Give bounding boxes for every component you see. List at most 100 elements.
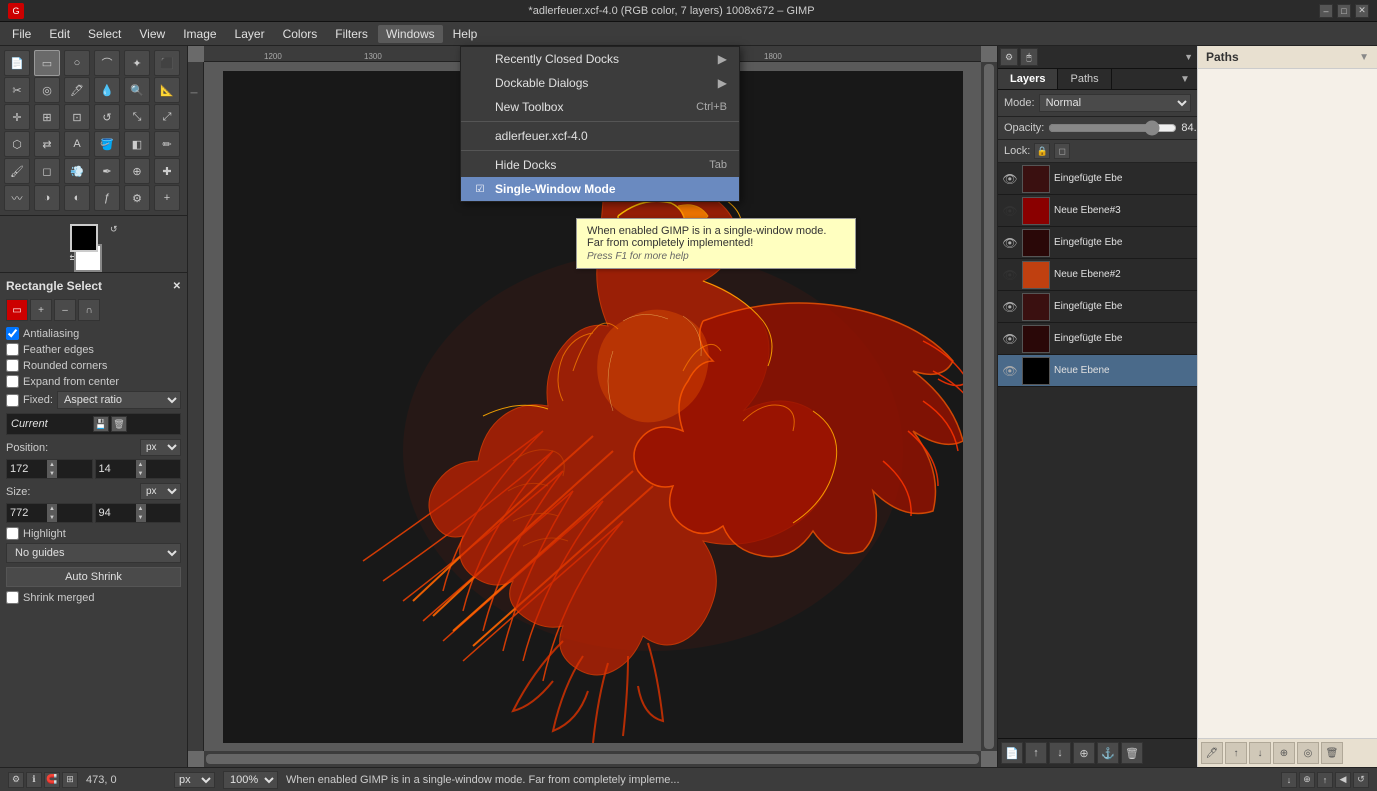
layer-item-6[interactable]: 👁 Neue Ebene [998, 355, 1197, 387]
path-toselection-button[interactable]: ◎ [1297, 742, 1319, 764]
panel-menu-button[interactable]: ▼ [1182, 50, 1195, 64]
menu-windows[interactable]: Windows [378, 25, 443, 43]
close-button[interactable]: ✕ [1355, 4, 1369, 18]
foreground-color[interactable] [70, 224, 98, 252]
layer-item-2[interactable]: 👁 Eingefügte Ebe [998, 227, 1197, 259]
layer-eye-1[interactable]: 👁 [1002, 203, 1018, 219]
menu-image[interactable]: Image [175, 25, 224, 43]
layer-item-3[interactable]: 👁 Neue Ebene#2 [998, 259, 1197, 291]
size-w-down[interactable]: ▼ [47, 513, 57, 522]
tool-config[interactable]: ⚙ [124, 185, 150, 211]
rounded-corners-checkbox[interactable] [6, 359, 19, 372]
current-save-button[interactable]: 💾 [93, 416, 109, 432]
layer-eye-6[interactable]: 👁 [1002, 363, 1018, 379]
layers-opacity-slider[interactable] [1048, 120, 1177, 136]
mode-add[interactable]: + [30, 299, 52, 321]
menu-single-window-mode[interactable]: ☑ Single-Window Mode [461, 177, 739, 201]
tool-paintbrush[interactable]: 🖌 [4, 158, 30, 184]
path-duplicate-button[interactable]: ⊕ [1273, 742, 1295, 764]
minimize-button[interactable]: – [1319, 4, 1333, 18]
status-right-1[interactable]: ↓ [1281, 772, 1297, 788]
statusbar-zoom-select[interactable]: 100% 50% 200% [223, 771, 278, 789]
tool-dodge-burn[interactable]: ◑ [34, 185, 60, 211]
tool-measure[interactable]: 📐 [154, 77, 180, 103]
layer-item-1[interactable]: 👁 Neue Ebene#3 [998, 195, 1197, 227]
tool-perspective[interactable]: ⬡ [4, 131, 30, 157]
tool-smudge[interactable]: 〰 [4, 185, 30, 211]
mode-intersect[interactable]: ∩ [78, 299, 100, 321]
highlight-checkbox[interactable] [6, 527, 19, 540]
device-status-tab[interactable]: 🖱 [1020, 48, 1038, 66]
tool-eraser[interactable]: ◻ [34, 158, 60, 184]
tool-pencil[interactable]: ✏ [154, 131, 180, 157]
menu-help[interactable]: Help [445, 25, 486, 43]
shrink-merged-checkbox[interactable] [6, 591, 19, 604]
layer-delete-button[interactable]: 🗑 [1121, 742, 1143, 764]
tab-paths[interactable]: Paths [1058, 69, 1111, 89]
menu-colors[interactable]: Colors [275, 25, 326, 43]
menu-filters[interactable]: Filters [327, 25, 376, 43]
statusbar-unit-select[interactable]: px mm [174, 772, 215, 788]
pos-y-up[interactable]: ▲ [136, 460, 146, 469]
tool-desaturate[interactable]: ◐ [64, 185, 90, 211]
tool-airbrush[interactable]: 💨 [64, 158, 90, 184]
tool-options-tab[interactable]: ⚙ [1000, 48, 1018, 66]
layer-item-4[interactable]: 👁 Eingefügte Ebe [998, 291, 1197, 323]
maximize-button[interactable]: □ [1337, 4, 1351, 18]
status-right-3[interactable]: ↑ [1317, 772, 1333, 788]
fixed-checkbox[interactable] [6, 394, 19, 407]
tool-file-new[interactable]: 📄 [4, 50, 30, 76]
tool-crop[interactable]: ⊡ [64, 104, 90, 130]
tool-clone[interactable]: ⊕ [124, 158, 150, 184]
mode-subtract[interactable]: – [54, 299, 76, 321]
tool-fuzzy-select[interactable]: ✦ [124, 50, 150, 76]
menu-view[interactable]: View [131, 25, 173, 43]
path-delete-button[interactable]: 🗑 [1321, 742, 1343, 764]
layer-duplicate-button[interactable]: ⊕ [1073, 742, 1095, 764]
panel-collapse-icon[interactable]: ▼ [1177, 71, 1193, 87]
layer-eye-2[interactable]: 👁 [1002, 235, 1018, 251]
guides-select[interactable]: No guides Center lines Rule of thirds [6, 543, 181, 563]
tool-iscissors[interactable]: ✂ [4, 77, 30, 103]
size-unit-select[interactable]: px % mm [140, 483, 181, 500]
status-right-2[interactable]: ⊕ [1299, 772, 1315, 788]
layer-lower-button[interactable]: ↓ [1049, 742, 1071, 764]
tab-layers[interactable]: Layers [998, 69, 1058, 89]
pos-x-input[interactable] [7, 461, 47, 477]
size-w-input[interactable] [7, 505, 47, 521]
layer-eye-0[interactable]: 👁 [1002, 171, 1018, 187]
auto-shrink-button[interactable]: Auto Shrink [6, 567, 181, 587]
tool-paths[interactable]: 🖊 [64, 77, 90, 103]
tool-text[interactable]: A [64, 131, 90, 157]
current-delete-button[interactable]: 🗑 [111, 416, 127, 432]
tool-zoom[interactable]: 🔍 [124, 77, 150, 103]
pos-y-input[interactable] [96, 461, 136, 477]
size-h-input[interactable] [96, 505, 136, 521]
menu-layer[interactable]: Layer [227, 25, 273, 43]
lock-position-icon[interactable]: 🔒 [1034, 143, 1050, 159]
tool-by-color[interactable]: ⬛ [154, 50, 180, 76]
layer-eye-5[interactable]: 👁 [1002, 331, 1018, 347]
tool-rect-select[interactable]: ▭ [34, 50, 60, 76]
tool-free-select[interactable]: ⌒ [94, 50, 120, 76]
menu-select[interactable]: Select [80, 25, 129, 43]
status-config-button[interactable]: ⚙ [8, 772, 24, 788]
menu-dockable-dialogs[interactable]: Dockable Dialogs ▶ [461, 71, 739, 95]
paths-menu-button[interactable]: ▼ [1359, 52, 1369, 63]
status-info-button[interactable]: ℹ [26, 772, 42, 788]
tool-blend[interactable]: ◧ [124, 131, 150, 157]
tool-heal[interactable]: ✚ [154, 158, 180, 184]
pos-y-down[interactable]: ▼ [136, 469, 146, 478]
menu-hide-docks[interactable]: Hide Docks Tab [461, 153, 739, 177]
path-new-button[interactable]: 🖊 [1201, 742, 1223, 764]
scroll-h-thumb[interactable] [206, 754, 979, 764]
feather-edges-checkbox[interactable] [6, 343, 19, 356]
menu-file-item[interactable]: adlerfeuer.xcf-4.0 [461, 124, 739, 148]
pos-x-down[interactable]: ▼ [47, 469, 57, 478]
status-right-4[interactable]: ◀ [1335, 772, 1351, 788]
path-lower-button[interactable]: ↓ [1249, 742, 1271, 764]
current-value-input[interactable] [11, 418, 91, 430]
layer-anchor-button[interactable]: ⚓ [1097, 742, 1119, 764]
menu-file[interactable]: File [4, 25, 39, 43]
path-raise-button[interactable]: ↑ [1225, 742, 1247, 764]
